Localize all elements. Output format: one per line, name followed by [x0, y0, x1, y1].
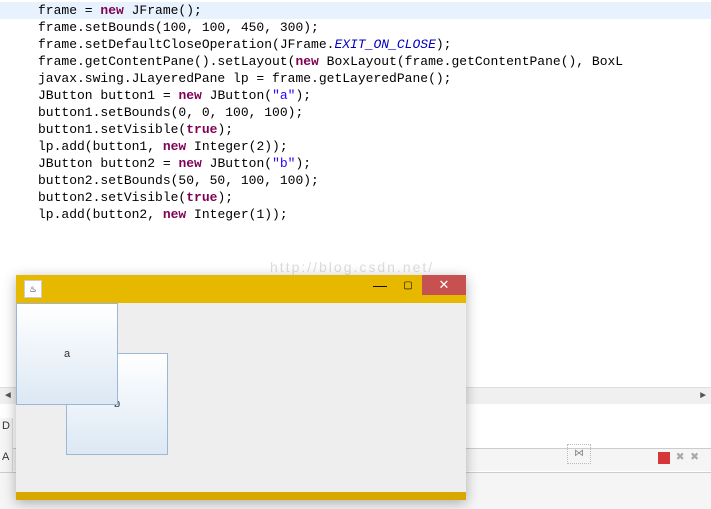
watermark-text: http://blog.csdn.net/	[270, 259, 434, 275]
code-line: JButton button1 = new JButton("a");	[0, 87, 711, 104]
code-line: button2.setBounds(50, 50, 100, 100);	[0, 172, 711, 189]
window-controls: — ▢ ✕	[366, 275, 466, 295]
code-line: frame.setBounds(100, 100, 450, 300);	[0, 19, 711, 36]
code-line: lp.add(button2, new Integer(1));	[0, 206, 711, 223]
close-button[interactable]: ✕	[422, 275, 466, 295]
gutter-label: D	[2, 420, 10, 432]
remove-launch-icon[interactable]: ✖	[676, 449, 684, 466]
scroll-left-icon[interactable]: ◄	[0, 388, 16, 404]
titlebar[interactable]: ♨ — ▢ ✕	[16, 275, 466, 303]
code-line: frame = new JFrame();	[0, 2, 711, 19]
code-line: JButton button2 = new JButton("b");	[0, 155, 711, 172]
code-line: lp.add(button1, new Integer(2));	[0, 138, 711, 155]
scroll-right-icon[interactable]: ►	[695, 388, 711, 404]
code-line: button1.setBounds(0, 0, 100, 100);	[0, 104, 711, 121]
maximize-button[interactable]: ▢	[394, 275, 422, 295]
jbutton-a[interactable]: a	[16, 303, 118, 405]
tab-close-icon[interactable]: ⋈	[567, 444, 591, 464]
java-cup-icon: ♨	[24, 280, 42, 298]
gutter-label: A	[2, 451, 9, 463]
code-line: frame.setDefaultCloseOperation(JFrame.EX…	[0, 36, 711, 53]
code-line: frame.getContentPane().setLayout(new Box…	[0, 53, 711, 70]
minimize-button[interactable]: —	[366, 275, 394, 295]
code-line: button1.setVisible(true);	[0, 121, 711, 138]
terminate-button[interactable]	[658, 452, 670, 464]
remove-all-icon[interactable]: ✖	[691, 449, 699, 466]
swing-jframe-window[interactable]: ♨ — ▢ ✕ b a	[16, 275, 466, 500]
code-line: javax.swing.JLayeredPane lp = frame.getL…	[0, 70, 711, 87]
console-controls: ✖ ✖	[658, 449, 699, 466]
code-line: button2.setVisible(true);	[0, 189, 711, 206]
content-pane: b a	[16, 303, 466, 492]
